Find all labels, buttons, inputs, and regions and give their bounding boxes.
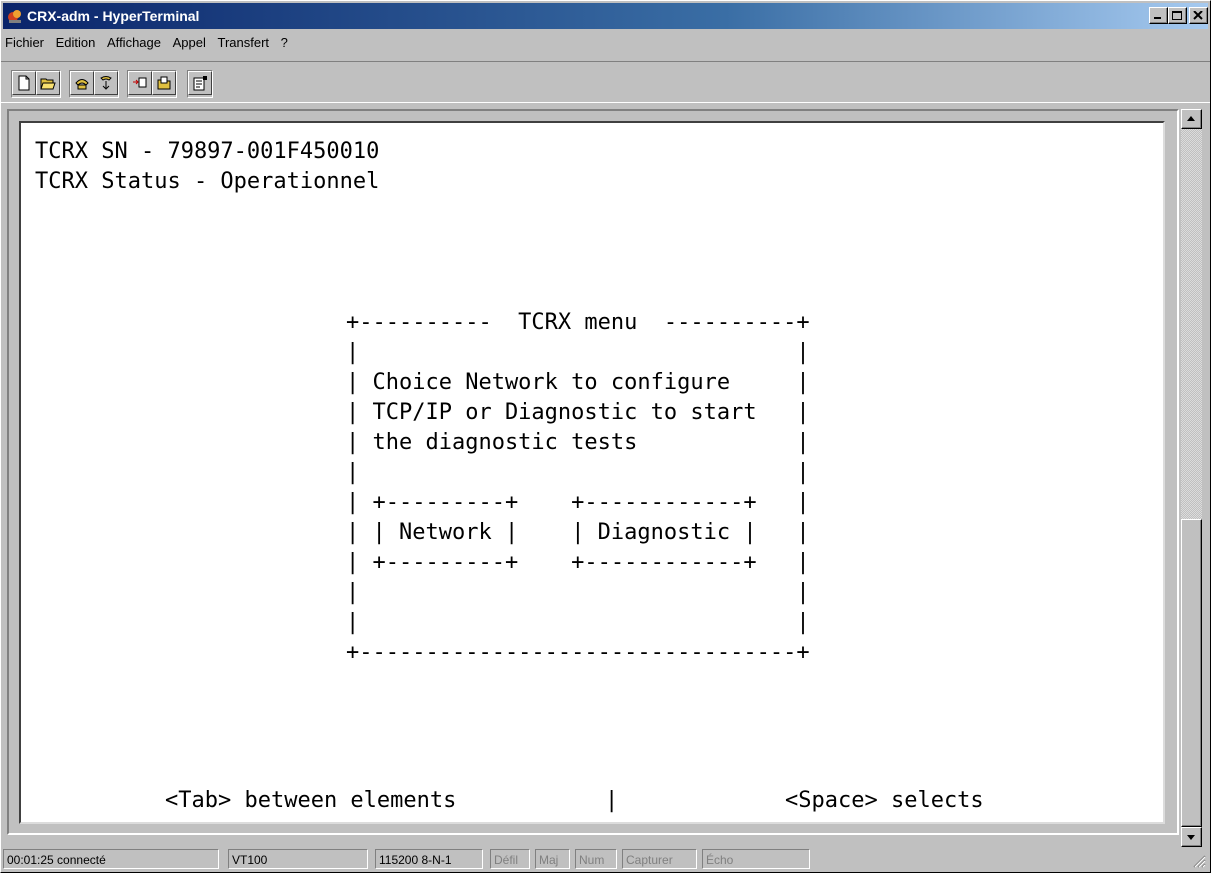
toolbar (1, 61, 1210, 103)
indicator-caps: Maj (535, 849, 570, 869)
menu-box-button-bottom: | +---------+ +------------+ | (346, 550, 810, 575)
terminal-screen[interactable]: TCRX SN - 79897-001F450010 TCRX Status -… (19, 121, 1165, 824)
hyperterminal-icon[interactable] (7, 8, 23, 24)
menu-box-text: | the diagnostic tests | (346, 430, 810, 455)
menu-appel[interactable]: Appel (173, 34, 206, 52)
call-phone-icon[interactable] (70, 71, 94, 95)
menu-box-button-row: | | Network | | Diagnostic | | (346, 518, 810, 548)
scroll-down-button[interactable] (1181, 827, 1202, 847)
indicator-echo: Écho (702, 849, 810, 869)
serial-number-line: TCRX SN - 79897-001F450010 (35, 139, 380, 164)
scroll-up-button[interactable] (1181, 109, 1202, 129)
toolbar-group-call (69, 70, 119, 98)
open-folder-icon[interactable] (36, 71, 60, 95)
scrollbar-thumb[interactable] (1181, 519, 1202, 827)
status-line: TCRX Status - Operationnel (35, 169, 380, 194)
resize-grip-icon[interactable] (1192, 854, 1206, 868)
footer-separator: | (605, 788, 619, 813)
status-bar: 00:01:25 connecté VT100 115200 8-N-1 Déf… (3, 848, 1208, 870)
indicator-num: Num (575, 849, 617, 869)
menu-box-text: | Choice Network to configure | (346, 370, 810, 395)
minimize-button[interactable] (1149, 7, 1168, 24)
menu-box-top: +---------- TCRX menu ----------+ (346, 310, 810, 335)
menu-help[interactable]: ? (281, 34, 288, 52)
footer-hint-space: <Space> selects (785, 788, 984, 813)
receive-file-icon[interactable] (152, 71, 176, 95)
send-file-icon[interactable] (128, 71, 152, 95)
indicator-scroll: Défil (490, 849, 530, 869)
menu-box-text: | TCP/IP or Diagnostic to start | (346, 400, 810, 425)
toolbar-group-file (11, 70, 61, 98)
maximize-button[interactable] (1168, 7, 1187, 24)
menu-edition[interactable]: Edition (56, 34, 96, 52)
menu-box-blank: | | (346, 610, 810, 635)
menu-transfert[interactable]: Transfert (217, 34, 269, 52)
menu-fichier[interactable]: Fichier (5, 34, 44, 52)
close-button[interactable] (1189, 7, 1208, 24)
diagnostic-button[interactable]: | Diagnostic | (571, 520, 756, 545)
title-bar[interactable]: CRX-adm - HyperTerminal (3, 3, 1208, 29)
port-settings: 115200 8-N-1 (375, 849, 483, 869)
button-gap (518, 520, 571, 545)
window-title: CRX-adm - HyperTerminal (27, 8, 200, 24)
footer-hint-tab: <Tab> between elements (165, 788, 457, 813)
menu-box-blank: | | (346, 460, 810, 485)
connection-time: 00:01:25 connecté (3, 849, 219, 869)
hyperterminal-window: CRX-adm - HyperTerminal Fichier Edition … (0, 0, 1211, 873)
menu-box-blank: | | (346, 580, 810, 605)
menu-box-button-top: | +---------+ +------------+ | (346, 490, 810, 515)
menu-affichage[interactable]: Affichage (107, 34, 161, 52)
hangup-phone-icon[interactable] (94, 71, 118, 95)
menu-box-edge: | (346, 520, 373, 545)
properties-icon[interactable] (188, 71, 212, 95)
network-button[interactable]: | Network | (373, 520, 519, 545)
new-document-icon[interactable] (12, 71, 36, 95)
menu-box-blank: | | (346, 340, 810, 365)
menu-box-bottom: +---------------------------------+ (346, 640, 810, 665)
indicator-capture: Capturer (622, 849, 697, 869)
toolbar-group-transfer (127, 70, 177, 98)
vertical-scrollbar[interactable] (1181, 109, 1202, 847)
emulation-type: VT100 (228, 849, 368, 869)
menu-bar: Fichier Edition Affichage Appel Transfer… (5, 34, 296, 54)
menu-box-edge: | (756, 520, 810, 545)
toolbar-group-properties (187, 70, 213, 98)
